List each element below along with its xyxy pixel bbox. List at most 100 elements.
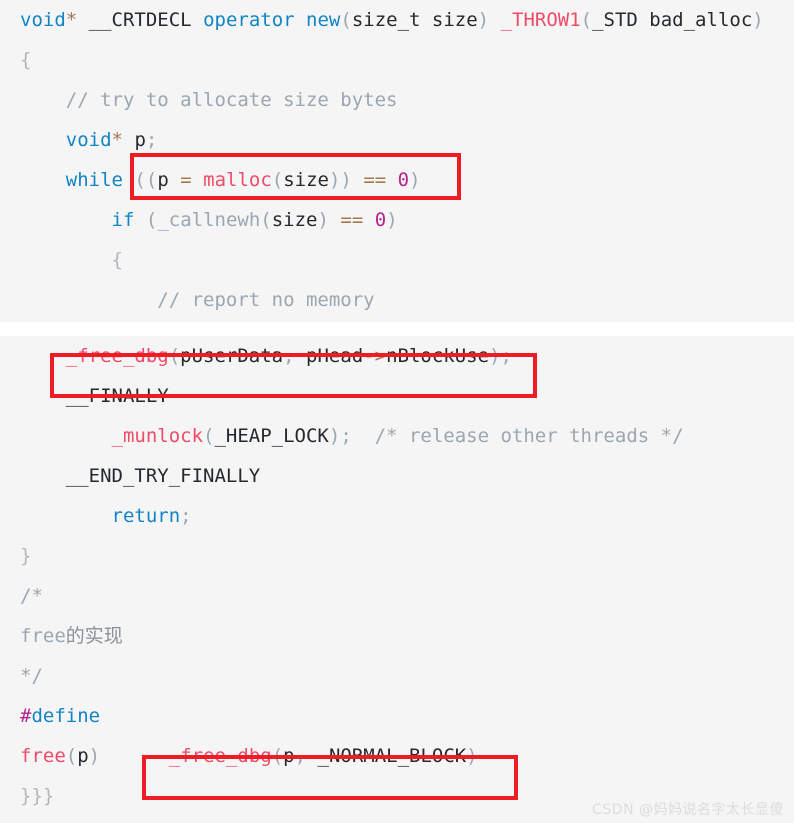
- code-token: __CRTDECL: [88, 9, 192, 31]
- code-lines-upper: void* __CRTDECL operator new(size_t size…: [0, 0, 794, 320]
- code-token: operator: [203, 9, 295, 31]
- code-token: malloc: [203, 169, 272, 191]
- line-15: /*: [0, 576, 794, 616]
- code-token: ->: [363, 345, 387, 367]
- code-token: */: [20, 665, 43, 687]
- line-4: void* p;: [0, 120, 794, 160]
- code-token: (: [580, 9, 593, 31]
- line-1: void* __CRTDECL operator new(size_t size…: [0, 0, 794, 40]
- code-screenshot: void* __CRTDECL operator new(size_t size…: [0, 0, 794, 823]
- line-16: free的实现: [0, 616, 794, 656]
- code-token: _NORMAL_BLOCK: [317, 745, 467, 767]
- line-14: }: [0, 536, 794, 576]
- code-token: ,: [294, 745, 318, 767]
- code-token: __FINALLY: [65, 385, 169, 407]
- code-token: ;: [145, 129, 158, 151]
- code-token: (: [145, 209, 158, 231]
- code-block-free-impl: _free_dbg(pUserData, pHead->nBlockUse); …: [0, 336, 794, 823]
- code-token: pUserData: [180, 345, 284, 367]
- code-token: }}}: [20, 785, 55, 807]
- line-9: _free_dbg(pUserData, pHead->nBlockUse);: [0, 336, 794, 376]
- code-token: // try to allocate size bytes: [20, 89, 398, 111]
- code-token: return: [111, 505, 181, 527]
- line-6: if (_callnewh(size) == 0): [0, 200, 794, 240]
- code-token: (: [203, 425, 215, 447]
- code-token: _THROW1: [500, 9, 581, 31]
- code-block-operator-new: void* __CRTDECL operator new(size_t size…: [0, 0, 794, 322]
- line-7: {: [0, 240, 794, 280]
- code-token: void: [20, 9, 66, 31]
- code-token: while: [65, 169, 123, 191]
- code-token: void: [65, 129, 112, 151]
- line-2: {: [0, 40, 794, 80]
- code-token: /* release other threads */: [374, 425, 684, 447]
- code-token: 的实现: [65, 625, 123, 647]
- csdn-watermark: CSDN @妈妈说名字太长显傻: [592, 802, 784, 818]
- code-token: ): [409, 169, 421, 191]
- code-token: _HEAP_LOCK: [214, 425, 329, 447]
- line-19: free(p) _free_dbg(p, _NORMAL_BLOCK): [0, 736, 794, 776]
- code-token: _munlock: [111, 425, 204, 447]
- code-token: p: [77, 745, 89, 767]
- code-lines-lower: _free_dbg(pUserData, pHead->nBlockUse); …: [0, 336, 794, 816]
- code-token: );: [328, 425, 352, 447]
- code-token: // report no memory: [20, 289, 375, 311]
- line-17: */: [0, 656, 794, 696]
- code-token: size: [283, 169, 329, 191]
- line-11: _munlock(_HEAP_LOCK); /* release other t…: [0, 416, 794, 456]
- code-token: 0: [397, 169, 410, 191]
- code-token: ): [477, 9, 490, 31]
- code-token: _callnewh: [157, 209, 261, 231]
- line-18: #define: [0, 696, 794, 736]
- code-token: ==: [363, 169, 387, 191]
- code-token: (: [271, 745, 284, 767]
- code-token: );: [489, 345, 512, 367]
- code-token: __END_TRY_FINALLY: [65, 465, 261, 487]
- code-token: ): [317, 209, 329, 231]
- line-3: // try to allocate size bytes: [0, 80, 794, 120]
- code-token: ((: [134, 169, 158, 191]
- code-token: #: [20, 705, 32, 727]
- line-10: __FINALLY: [0, 376, 794, 416]
- code-token: if: [111, 209, 135, 231]
- code-token: ==: [340, 209, 364, 231]
- code-token: }: [20, 545, 32, 567]
- code-token: _free_dbg: [65, 345, 169, 367]
- code-token: (: [168, 345, 181, 367]
- line-12: __END_TRY_FINALLY: [0, 456, 794, 496]
- code-token: ;: [180, 505, 192, 527]
- code-token: (: [271, 169, 284, 191]
- code-token: free: [20, 625, 66, 647]
- code-token: {: [20, 49, 32, 71]
- code-token: ,: [283, 345, 307, 367]
- code-token: _free_dbg: [168, 745, 272, 767]
- code-token: pHead: [306, 345, 364, 367]
- code-token: size: [271, 209, 318, 231]
- line-5: while ((p = malloc(size)) == 0): [0, 160, 794, 200]
- code-token: (: [65, 745, 78, 767]
- code-token: 0: [374, 209, 387, 231]
- code-token: size_t size: [351, 9, 478, 31]
- line-8: // report no memory: [0, 280, 794, 320]
- code-token: /*: [20, 585, 43, 607]
